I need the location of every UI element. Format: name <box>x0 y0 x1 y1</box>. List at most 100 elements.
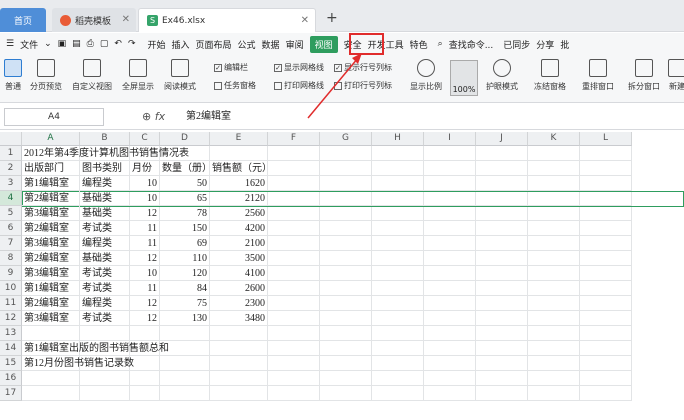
cell-a5[interactable]: 第3编辑室 <box>22 206 80 221</box>
cell-g2[interactable] <box>320 161 372 176</box>
cell-d13[interactable] <box>160 326 210 341</box>
menu-file[interactable]: 文件 <box>20 38 38 51</box>
cell-d10[interactable]: 84 <box>160 281 210 296</box>
row-header-13[interactable]: 13 <box>0 326 22 341</box>
cell-j13[interactable] <box>476 326 528 341</box>
cell-c7[interactable]: 11 <box>130 236 160 251</box>
cell-l16[interactable] <box>580 371 632 386</box>
cell-b7[interactable]: 编程类 <box>80 236 130 251</box>
cell-a15[interactable]: 第12月份图书销售记录数 <box>22 356 134 371</box>
cell-a9[interactable]: 第3编辑室 <box>22 266 80 281</box>
cell-i13[interactable] <box>424 326 476 341</box>
cell-e14[interactable] <box>210 341 268 356</box>
cell-i12[interactable] <box>424 311 476 326</box>
cell-b2[interactable]: 图书类别 <box>80 161 130 176</box>
row-header-11[interactable]: 11 <box>0 296 22 311</box>
cell-i8[interactable] <box>424 251 476 266</box>
column-header-f[interactable]: F <box>268 132 320 146</box>
cell-d7[interactable]: 69 <box>160 236 210 251</box>
cell-h12[interactable] <box>372 311 424 326</box>
cell-c16[interactable] <box>130 371 160 386</box>
cell-f13[interactable] <box>268 326 320 341</box>
page-break-button[interactable]: 分页预览 <box>30 59 62 92</box>
cell-e11[interactable]: 2300 <box>210 296 268 311</box>
cell-i1[interactable] <box>424 146 476 161</box>
cell-a4[interactable]: 第2编辑室 <box>22 191 80 206</box>
row-header-10[interactable]: 10 <box>0 281 22 296</box>
cell-c10[interactable]: 11 <box>130 281 160 296</box>
new-tab-button[interactable]: + <box>326 10 338 26</box>
cell-e7[interactable]: 2100 <box>210 236 268 251</box>
cell-j3[interactable] <box>476 176 528 191</box>
search-icon[interactable]: ⌕ <box>438 39 443 49</box>
cell-g14[interactable] <box>320 341 372 356</box>
menu-item-review[interactable]: 审阅 <box>286 38 304 51</box>
cell-h1[interactable] <box>372 146 424 161</box>
open-icon[interactable]: ▤ <box>72 39 81 49</box>
cell-h9[interactable] <box>372 266 424 281</box>
formula-input[interactable]: 第2编辑室 <box>182 108 682 126</box>
column-header-a[interactable]: A <box>22 132 80 146</box>
chevron-down-icon[interactable]: ⌄ <box>44 39 52 49</box>
row-header-2[interactable]: 2 <box>0 161 22 176</box>
cell-g17[interactable] <box>320 386 372 401</box>
cell-c2[interactable]: 月份 <box>130 161 160 176</box>
cell-l13[interactable] <box>580 326 632 341</box>
cell-a2[interactable]: 出版部门 <box>22 161 80 176</box>
cell-i9[interactable] <box>424 266 476 281</box>
cell-j2[interactable] <box>476 161 528 176</box>
tab-template[interactable]: 稻壳模板 ✕ <box>52 8 136 32</box>
cell-i5[interactable] <box>424 206 476 221</box>
arrange-button[interactable]: 重排窗口 <box>582 59 614 92</box>
cell-l15[interactable] <box>580 356 632 371</box>
cell-k15[interactable] <box>528 356 580 371</box>
row-header-8[interactable]: 8 <box>0 251 22 266</box>
cell-e10[interactable]: 2600 <box>210 281 268 296</box>
cell-j15[interactable] <box>476 356 528 371</box>
save-icon[interactable]: ▣ <box>58 39 67 49</box>
cell-h16[interactable] <box>372 371 424 386</box>
cell-f10[interactable] <box>268 281 320 296</box>
cell-f12[interactable] <box>268 311 320 326</box>
edit-bar-checkbox[interactable]: ✓ 编辑栏 <box>214 62 248 73</box>
cell-g10[interactable] <box>320 281 372 296</box>
cell-k12[interactable] <box>528 311 580 326</box>
column-header-b[interactable]: B <box>80 132 130 146</box>
cell-c8[interactable]: 12 <box>130 251 160 266</box>
task-pane-checkbox[interactable]: 任务窗格 <box>214 80 256 91</box>
cell-a16[interactable] <box>22 371 80 386</box>
cell-j14[interactable] <box>476 341 528 356</box>
cell-k1[interactable] <box>528 146 580 161</box>
cell-e13[interactable] <box>210 326 268 341</box>
cell-g1[interactable] <box>320 146 372 161</box>
cell-f17[interactable] <box>268 386 320 401</box>
cell-k14[interactable] <box>528 341 580 356</box>
cell-i2[interactable] <box>424 161 476 176</box>
cell-c11[interactable]: 12 <box>130 296 160 311</box>
menu-item-data[interactable]: 数据 <box>262 38 280 51</box>
cell-j6[interactable] <box>476 221 528 236</box>
cell-f15[interactable] <box>268 356 320 371</box>
cell-h3[interactable] <box>372 176 424 191</box>
freeze-button[interactable]: 冻结窗格 <box>534 59 566 92</box>
reading-mode-button[interactable]: 阅读模式 <box>164 59 196 92</box>
cell-e3[interactable]: 1620 <box>210 176 268 191</box>
cell-d5[interactable]: 78 <box>160 206 210 221</box>
cell-l6[interactable] <box>580 221 632 236</box>
cell-k8[interactable] <box>528 251 580 266</box>
column-header-c[interactable]: C <box>130 132 160 146</box>
cell-j10[interactable] <box>476 281 528 296</box>
cell-d17[interactable] <box>160 386 210 401</box>
cell-f3[interactable] <box>268 176 320 191</box>
print-grid-checkbox[interactable]: 打印网格线 <box>274 80 324 91</box>
cell-j8[interactable] <box>476 251 528 266</box>
cell-k16[interactable] <box>528 371 580 386</box>
cell-h11[interactable] <box>372 296 424 311</box>
cell-l11[interactable] <box>580 296 632 311</box>
cell-i10[interactable] <box>424 281 476 296</box>
close-icon[interactable]: ✕ <box>122 14 130 25</box>
cell-j7[interactable] <box>476 236 528 251</box>
cell-h17[interactable] <box>372 386 424 401</box>
cell-a11[interactable]: 第2编辑室 <box>22 296 80 311</box>
cell-f7[interactable] <box>268 236 320 251</box>
